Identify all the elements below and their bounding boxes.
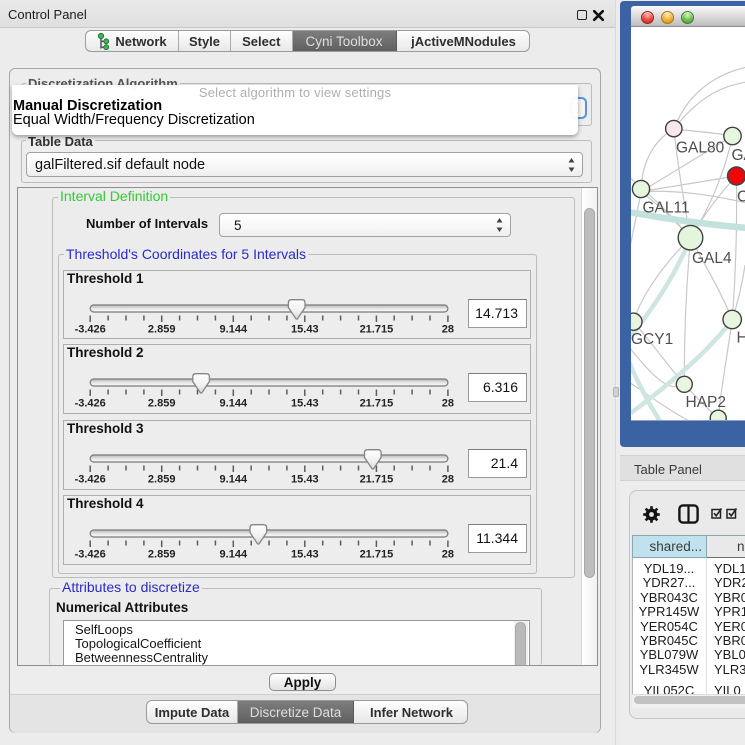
svg-text:2.859: 2.859 — [148, 549, 176, 561]
svg-text:9.144: 9.144 — [220, 324, 248, 336]
svg-text:15.43: 15.43 — [291, 549, 319, 561]
svg-text:28: 28 — [442, 549, 454, 561]
svg-text:15.43: 15.43 — [291, 474, 319, 486]
svg-text:21.715: 21.715 — [360, 549, 394, 561]
svg-text:21.715: 21.715 — [360, 474, 394, 486]
svg-text:2.859: 2.859 — [148, 474, 176, 486]
svg-text:2.859: 2.859 — [148, 398, 176, 410]
svg-text:GAL: GAL — [732, 147, 745, 164]
svg-text:15.43: 15.43 — [291, 398, 319, 410]
svg-text:28: 28 — [442, 474, 454, 486]
svg-text:-3.426: -3.426 — [75, 398, 106, 410]
svg-text:2.859: 2.859 — [148, 324, 176, 336]
svg-text:15.43: 15.43 — [291, 324, 319, 336]
svg-text:9.144: 9.144 — [220, 549, 248, 561]
svg-text:28: 28 — [442, 398, 454, 410]
svg-text:GCY1: GCY1 — [631, 331, 673, 348]
svg-text:GAL4: GAL4 — [692, 250, 732, 267]
svg-text:GAL11: GAL11 — [643, 200, 690, 217]
svg-text:-3.426: -3.426 — [75, 324, 106, 336]
svg-text:-3.426: -3.426 — [75, 549, 106, 561]
svg-text:9.144: 9.144 — [220, 398, 248, 410]
svg-text:9.144: 9.144 — [220, 474, 248, 486]
svg-text:GAL80: GAL80 — [676, 140, 725, 157]
svg-text:28: 28 — [442, 324, 454, 336]
svg-text:HAP2: HAP2 — [686, 394, 727, 411]
svg-text:-3.426: -3.426 — [75, 474, 106, 486]
svg-text:21.715: 21.715 — [360, 324, 394, 336]
svg-text:H: H — [737, 330, 745, 347]
svg-text:21.715: 21.715 — [360, 398, 394, 410]
svg-text:CD: CD — [737, 189, 745, 206]
